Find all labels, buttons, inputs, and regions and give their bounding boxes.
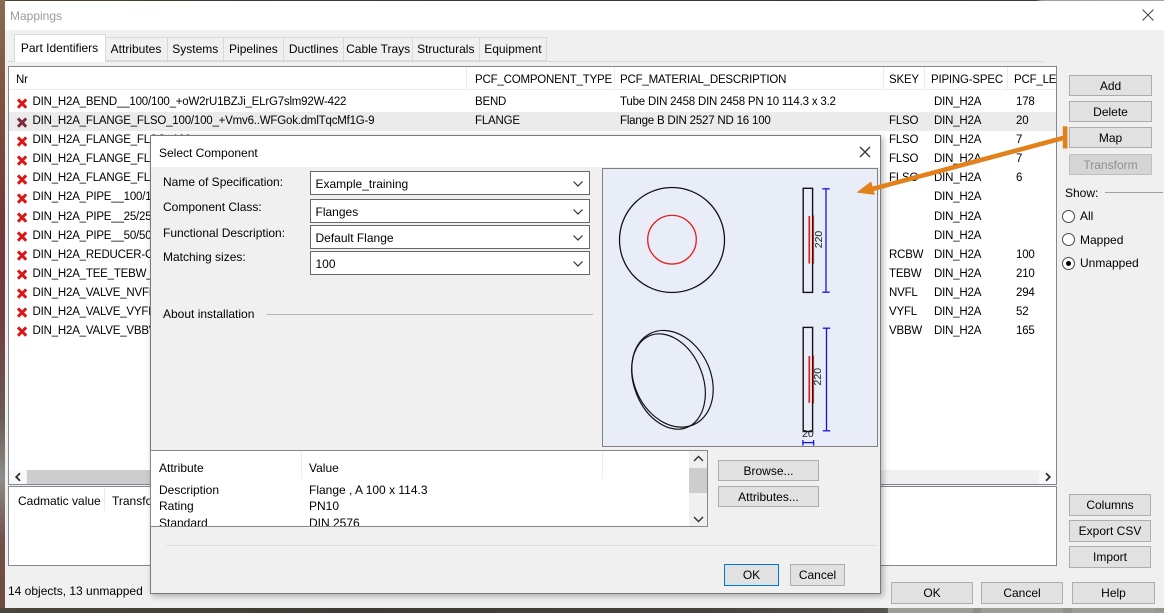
svg-text:20: 20 xyxy=(802,428,814,440)
svg-text:220: 220 xyxy=(813,231,825,249)
svg-text:220: 220 xyxy=(812,368,824,386)
